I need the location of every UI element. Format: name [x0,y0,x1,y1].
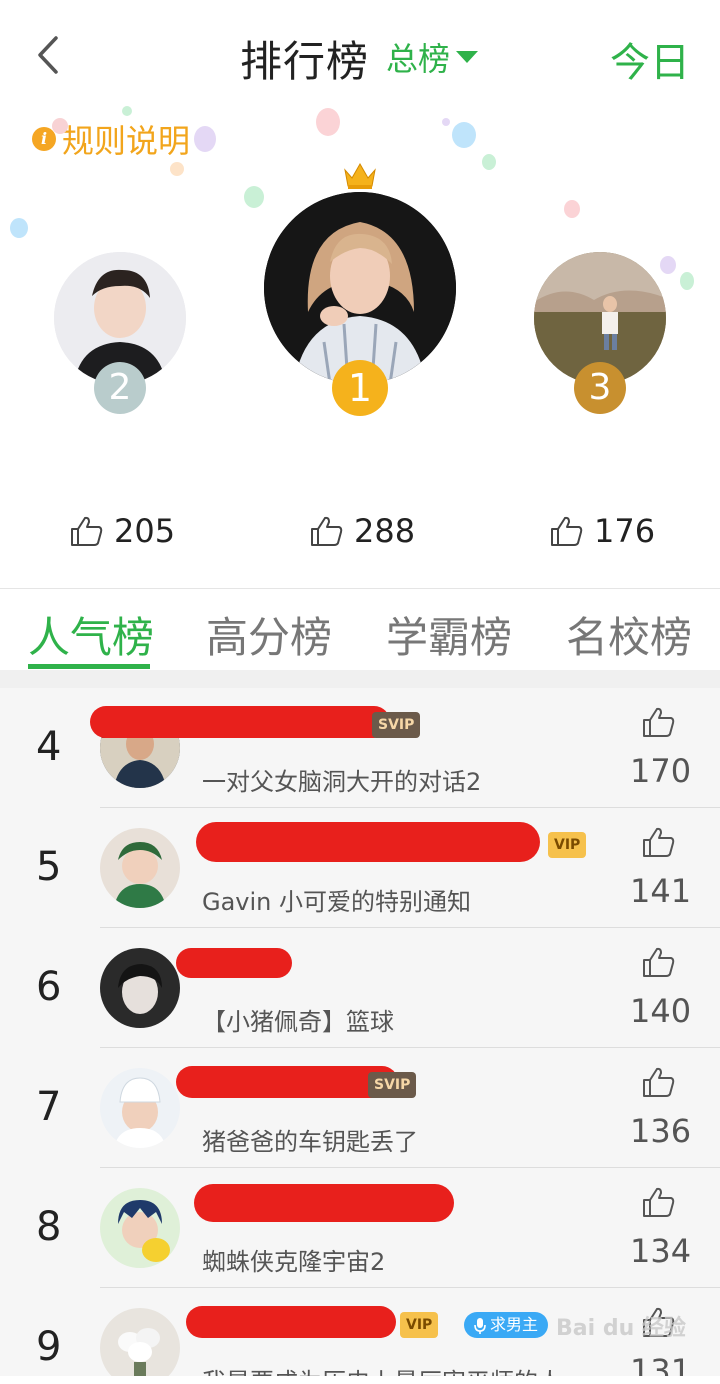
redacted-username [196,822,540,862]
like-count: 134 [630,1232,692,1270]
list-item[interactable]: 8 蜘蛛侠克隆宇宙2 134 [0,1168,720,1288]
vip-badge: VIP [548,832,587,858]
podium-avatar-1[interactable] [264,192,456,384]
avatar[interactable] [100,1308,180,1376]
active-tab-indicator [28,664,150,669]
list-item[interactable]: 4 SVIP 一对父女脑洞大开的对话2 170 [0,688,720,808]
page-title: 排行榜 [240,37,370,86]
list-item[interactable]: 6 【小猪佩奇】篮球 140 [0,928,720,1048]
list-title: 猪爸爸的车钥匙丢了 [202,1128,418,1156]
podium-likes-1[interactable]: 288 [310,512,415,550]
tab-top-student[interactable]: 学霸榜 [386,604,512,665]
podium-likes-3[interactable]: 176 [550,512,655,550]
list-rank: 6 [36,964,62,1010]
rank-badge-3: 3 [574,362,626,414]
thumbs-up-icon[interactable] [642,826,676,858]
like-count: 141 [630,872,692,910]
redacted-username [90,706,390,738]
mic-icon [474,1317,486,1334]
badge-label: 求男主 [490,1315,539,1334]
redacted-username [186,1306,396,1338]
svip-badge: SVIP [368,1072,417,1098]
list-title: 一对父女脑洞大开的对话2 [202,768,482,796]
thumbs-up-icon [311,516,343,546]
avatar[interactable] [100,948,180,1028]
thumbs-up-icon[interactable] [642,706,676,738]
like-count: 136 [630,1112,692,1150]
avatar[interactable] [100,828,180,908]
podium-likes-3-value: 176 [594,512,656,550]
list-title: 我是要成为历史上最厉害平师的人 [202,1362,562,1376]
like-count: 140 [630,992,692,1030]
list-title: 蜘蛛侠克隆宇宙2 [202,1248,386,1276]
like-count: 131 [630,1352,692,1376]
ranking-list: 4 SVIP 一对父女脑洞大开的对话2 170 5 VIP Gavin 小可爱的… [0,688,720,1376]
redacted-username [176,948,292,978]
caret-down-icon [456,51,479,63]
back-icon [38,36,58,74]
info-icon: i [32,127,56,151]
back-button[interactable] [30,30,70,80]
scope-label: 总榜 [386,40,451,78]
divider [0,588,720,589]
podium-likes-1-value: 288 [354,512,416,550]
tab-high-score[interactable]: 高分榜 [206,604,332,665]
rank-badge-2: 2 [94,362,146,414]
thumbs-up-icon [71,516,103,546]
redacted-username [176,1066,398,1098]
like-count: 170 [630,752,692,790]
list-title: Gavin 小可爱的特别通知 [202,888,472,916]
male-lead-wanted-badge: 求男主 [464,1312,549,1338]
avatar[interactable] [100,1188,180,1268]
list-rank: 4 [36,724,62,770]
thumbs-up-icon[interactable] [642,1186,676,1218]
tab-famous-school[interactable]: 名校榜 [566,604,692,665]
redacted-username [194,1184,454,1222]
top-bar: 排行榜 总榜 今日 [0,0,720,110]
list-rank: 9 [36,1324,62,1370]
scope-dropdown[interactable]: 总榜 [386,34,479,80]
crown-icon [344,162,376,189]
tab-popularity[interactable]: 人气榜 [28,604,154,665]
section-gap [0,670,720,688]
list-rank: 8 [36,1204,62,1250]
podium-likes-2[interactable]: 205 [70,512,175,550]
svip-badge: SVIP [372,712,421,738]
thumbs-up-icon[interactable] [642,1066,676,1098]
thumbs-up-icon [551,516,583,546]
list-rank: 5 [36,844,62,890]
list-item[interactable]: 5 VIP Gavin 小可爱的特别通知 141 [0,808,720,928]
thumbs-up-icon[interactable] [642,946,676,978]
rank-badge-1: 1 [332,360,388,416]
vip-badge: VIP [400,1312,439,1338]
rules-label: 规则说明 [62,122,191,160]
watermark: Bai du 经验 [556,1316,686,1341]
list-rank: 7 [36,1084,62,1130]
list-title: 【小猪佩奇】篮球 [202,1008,394,1036]
period-selector[interactable]: 今日 [610,30,690,88]
avatar[interactable] [100,1068,180,1148]
podium-likes-2-value: 205 [114,512,176,550]
list-item[interactable]: 7 SVIP 猪爸爸的车钥匙丢了 136 [0,1048,720,1168]
